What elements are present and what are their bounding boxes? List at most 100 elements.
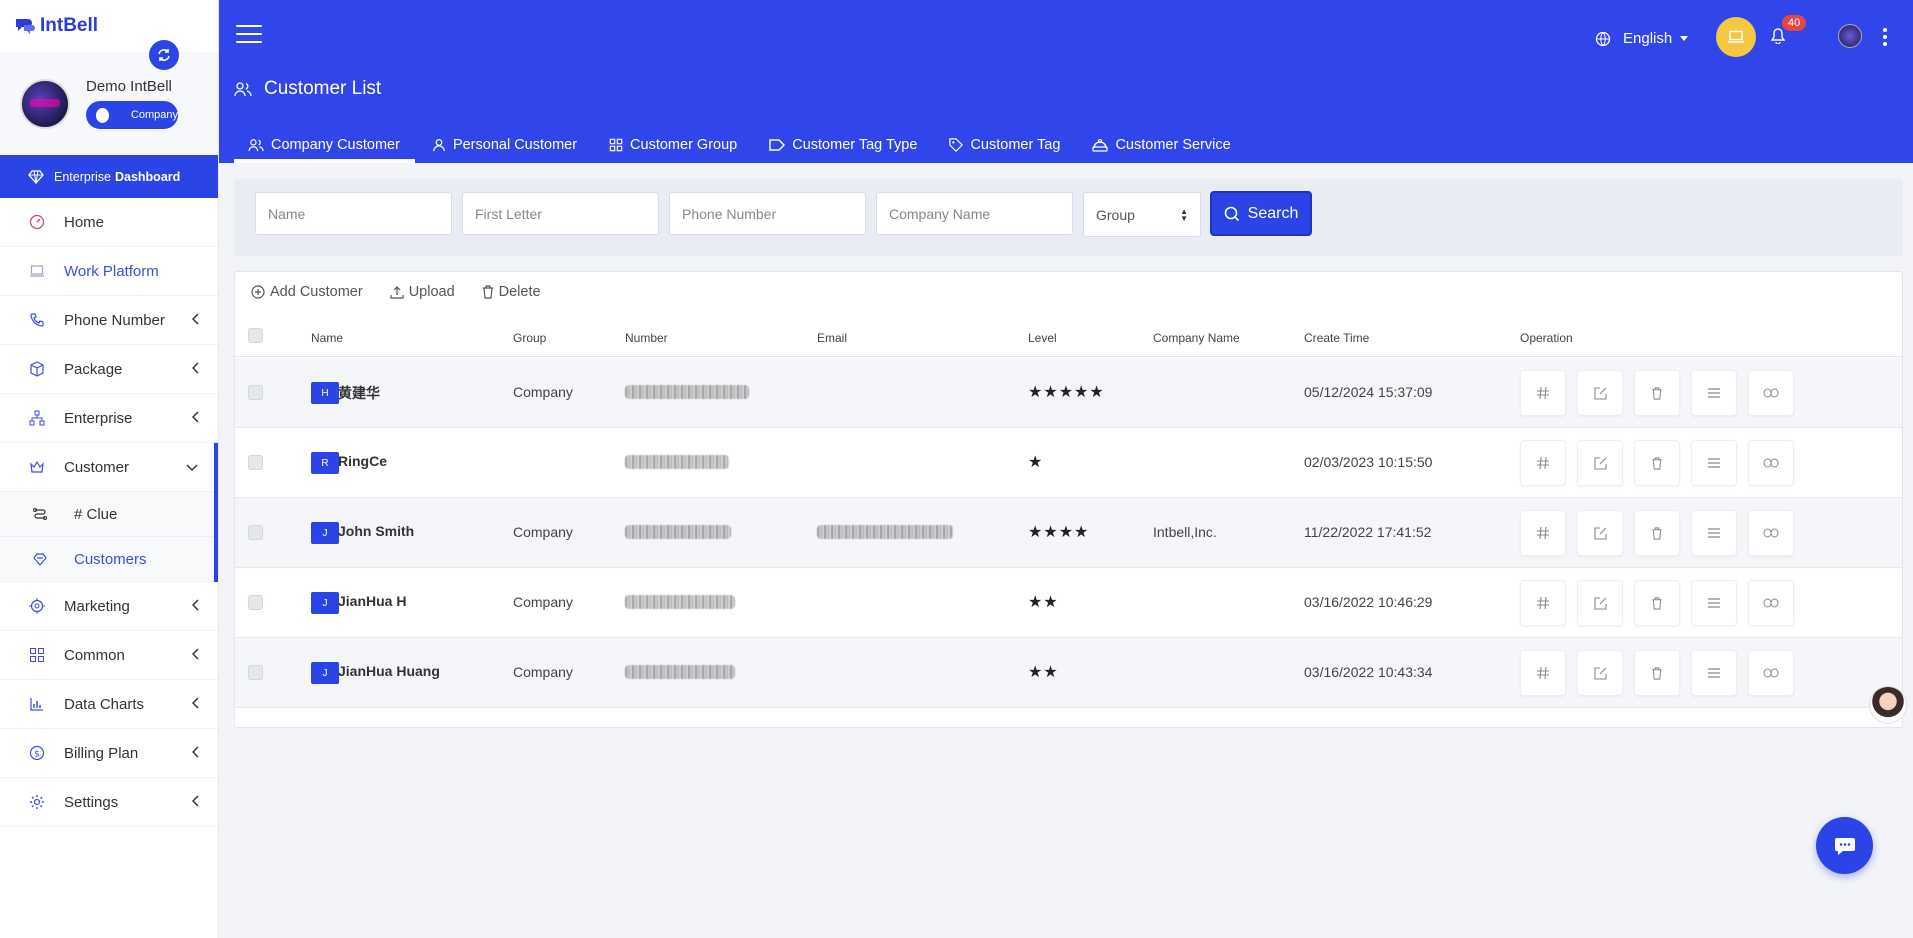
delete-row-button[interactable] — [1634, 650, 1680, 696]
sidebar-item-label: Enterprise — [64, 409, 133, 427]
bell-icon[interactable] — [1771, 28, 1785, 44]
company-toggle[interactable]: Company — [86, 101, 178, 129]
details-button[interactable] — [1691, 580, 1737, 626]
first-letter-input[interactable]: First Letter — [462, 192, 659, 235]
list-icon — [1708, 458, 1720, 468]
upload-button[interactable]: Upload — [390, 284, 455, 300]
assistant-avatar[interactable] — [1869, 686, 1907, 724]
table-row[interactable]: R RingCe ★ 02/03/2023 10:15:50 — [235, 428, 1902, 498]
details-button[interactable] — [1691, 370, 1737, 416]
sidebar-item-customer[interactable]: Customer — [0, 443, 214, 492]
customer-name[interactable]: JianHua Huang — [338, 663, 440, 679]
row-checkbox[interactable] — [248, 385, 263, 400]
chat-button[interactable] — [1816, 817, 1873, 874]
language-selector[interactable]: English — [1595, 30, 1689, 47]
chevron-left-icon — [192, 746, 199, 758]
sidebar-item-work-platform[interactable]: Work Platform — [0, 247, 218, 296]
delete-button[interactable]: Delete — [482, 284, 541, 300]
row-checkbox[interactable] — [248, 665, 263, 680]
delete-row-button[interactable] — [1634, 440, 1680, 486]
add-customer-button[interactable]: Add Customer — [251, 284, 363, 300]
tab-personal-customer[interactable]: Personal Customer — [418, 126, 592, 163]
phone-icon — [28, 311, 46, 329]
sidebar-item-common[interactable]: Common — [0, 631, 218, 680]
details-button[interactable] — [1691, 650, 1737, 696]
link-button[interactable] — [1748, 510, 1794, 556]
table-row[interactable]: H 黄建华 Company ★★★★★ 05/12/2024 15:37:09 — [235, 358, 1902, 428]
trash-icon — [1652, 666, 1662, 680]
sidebar-item-marketing[interactable]: Marketing — [0, 582, 218, 631]
sidebar-item-home[interactable]: Home — [0, 198, 218, 247]
edit-button[interactable] — [1577, 440, 1623, 486]
row-checkbox[interactable] — [248, 455, 263, 470]
table-row[interactable]: J John Smith Company ★★★★ Intbell,Inc. 1… — [235, 498, 1902, 568]
link-button[interactable] — [1748, 580, 1794, 626]
link-button[interactable] — [1748, 370, 1794, 416]
sidebar-item-package[interactable]: Package — [0, 345, 218, 394]
hash-button[interactable] — [1520, 580, 1566, 626]
company-name-input[interactable]: Company Name — [876, 192, 1073, 235]
dollar-icon: $ — [28, 744, 46, 762]
link-button[interactable] — [1748, 440, 1794, 486]
sidebar-item-enterprise[interactable]: Enterprise — [0, 394, 218, 443]
tag-heart-icon — [32, 551, 50, 567]
enterprise-dashboard-link[interactable]: Enterprise Dashboard — [0, 155, 218, 198]
edit-button[interactable] — [1577, 650, 1623, 696]
delete-row-button[interactable] — [1634, 370, 1680, 416]
row-checkbox[interactable] — [248, 595, 263, 610]
edit-button[interactable] — [1577, 370, 1623, 416]
details-button[interactable] — [1691, 440, 1737, 486]
hamburger-menu-icon[interactable] — [236, 25, 262, 45]
table-row[interactable]: J JianHua H Company ★★ 03/16/2022 10:46:… — [235, 568, 1902, 638]
customer-name[interactable]: JianHua H — [338, 593, 406, 609]
sidebar-item-settings[interactable]: Settings — [0, 778, 218, 827]
sidebar-item-billing-plan[interactable]: $ Billing Plan — [0, 729, 218, 778]
tab-customer-service[interactable]: Customer Service — [1078, 126, 1245, 163]
avatar[interactable] — [20, 78, 70, 129]
group-select[interactable]: Group ▲ ▼ — [1083, 192, 1201, 237]
level-stars: ★★★★★ — [1028, 384, 1105, 401]
edit-icon — [1593, 666, 1607, 680]
hash-button[interactable] — [1520, 440, 1566, 486]
route-icon — [32, 506, 50, 522]
delete-row-button[interactable] — [1634, 510, 1680, 556]
table-row[interactable]: J JianHua Huang Company ★★ 03/16/2022 10… — [235, 638, 1902, 708]
tab-label: Customer Group — [630, 136, 738, 153]
sidebar-subitem-clue[interactable]: # Clue — [0, 492, 214, 537]
customer-name[interactable]: John Smith — [338, 523, 414, 539]
hash-button[interactable] — [1520, 650, 1566, 696]
edit-button[interactable] — [1577, 580, 1623, 626]
sidebar-item-phone-number[interactable]: Phone Number — [0, 296, 218, 345]
sitemap-icon — [28, 409, 46, 427]
chat-bubble-icon — [1834, 837, 1855, 855]
more-options-icon[interactable] — [1883, 28, 1887, 49]
list-icon — [1708, 598, 1720, 608]
phone-number-input[interactable]: Phone Number — [669, 192, 866, 235]
tab-customer-tag[interactable]: Customer Tag — [935, 126, 1075, 163]
profile-name: Demo IntBell — [86, 78, 172, 95]
delete-row-button[interactable] — [1634, 580, 1680, 626]
tab-customer-tag-type[interactable]: Customer Tag Type — [755, 126, 932, 163]
customer-name[interactable]: RingCe — [338, 453, 387, 469]
tab-customer-group[interactable]: Customer Group — [595, 126, 752, 163]
search-button[interactable]: Search — [1210, 191, 1312, 236]
tab-company-customer[interactable]: Company Customer — [234, 126, 415, 163]
column-header-group: Group — [513, 331, 547, 345]
customer-name[interactable]: 黄建华 — [338, 383, 380, 403]
sidebar-item-data-charts[interactable]: Data Charts — [0, 680, 218, 729]
hash-icon — [1537, 526, 1549, 540]
column-header-create-time: Create Time — [1304, 331, 1370, 345]
sidebar-subitem-customers[interactable]: Customers — [0, 537, 214, 582]
link-button[interactable] — [1748, 650, 1794, 696]
edit-button[interactable] — [1577, 510, 1623, 556]
select-all-checkbox[interactable] — [248, 328, 263, 343]
work-platform-button[interactable] — [1716, 17, 1756, 57]
brand-logo[interactable]: IntBell — [0, 0, 218, 52]
row-checkbox[interactable] — [248, 525, 263, 540]
hash-button[interactable] — [1520, 510, 1566, 556]
details-button[interactable] — [1691, 510, 1737, 556]
hash-button[interactable] — [1520, 370, 1566, 416]
sync-button[interactable] — [149, 40, 179, 70]
user-avatar[interactable] — [1838, 24, 1862, 48]
name-input[interactable]: Name — [255, 192, 452, 235]
